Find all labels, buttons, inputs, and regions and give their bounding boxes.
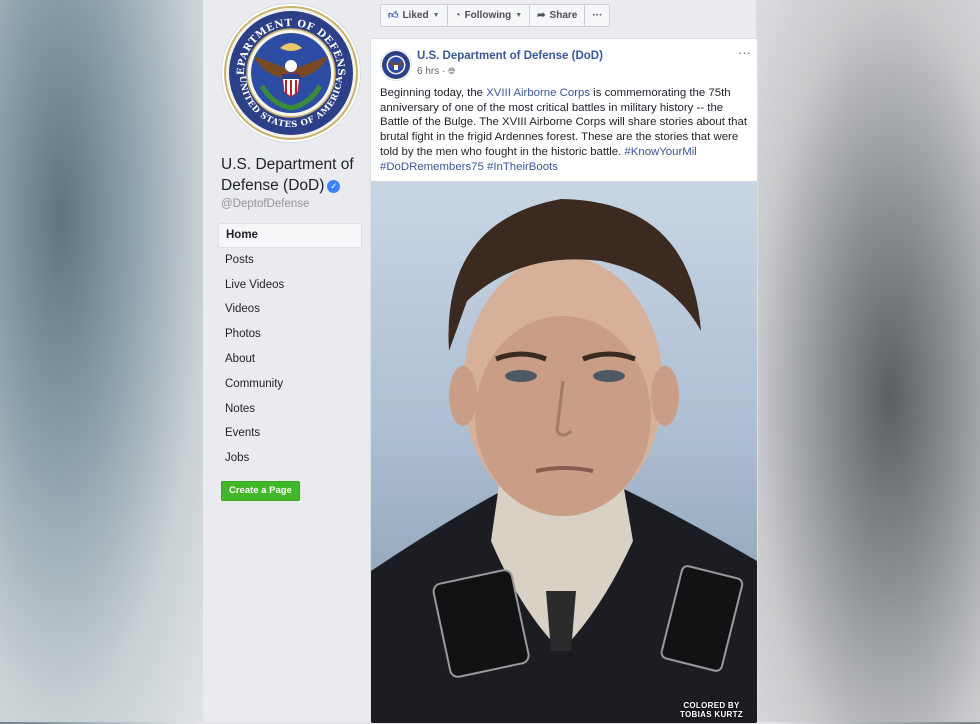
nav-item-jobs[interactable]: Jobs: [218, 446, 362, 471]
dod-seal-small-icon: [382, 51, 410, 79]
photo-credit-watermark: COLORED BY TOBIAS KURTZ: [680, 701, 743, 719]
nav-item-live-videos[interactable]: Live Videos: [218, 273, 362, 298]
left-column: DEPARTMENT OF DEFENSE UNITED STATES OF A…: [203, 0, 370, 722]
liked-button[interactable]: 👍︎ Liked ▼: [381, 5, 448, 26]
page-profile-picture[interactable]: DEPARTMENT OF DEFENSE UNITED STATES OF A…: [217, 0, 360, 142]
photo-credit-line-2: TOBIAS KURTZ: [679, 710, 743, 719]
right-column: 👍︎ Liked ▼ ◔ Following ▼ ➦ Share ··· U.S…: [370, 0, 758, 724]
post-body: Beginning today, the XVIII Airborne Corp…: [380, 86, 750, 174]
post-photo[interactable]: COLORED BY TOBIAS KURTZ: [371, 181, 757, 723]
share-arrow-icon: ➦: [537, 10, 546, 21]
rss-icon: ◔: [454, 10, 461, 21]
following-label: Following: [464, 10, 512, 21]
chevron-down-icon: ▼: [515, 12, 523, 19]
post-text-part: Beginning today, the: [380, 87, 487, 99]
post-timestamp[interactable]: 6 hrs · 🌐︎: [417, 66, 455, 77]
nav-item-notes[interactable]: Notes: [218, 397, 362, 422]
facebook-page: DEPARTMENT OF DEFENSE UNITED STATES OF A…: [203, 0, 758, 724]
photo-credit-line-1: COLORED BY: [683, 701, 740, 710]
post-author-name[interactable]: U.S. Department of Defense (DoD): [417, 50, 603, 62]
nav-item-community[interactable]: Community: [218, 372, 362, 397]
verified-badge-icon: ✓: [327, 180, 341, 193]
post-card: U.S. Department of Defense (DoD) 6 hrs ·…: [370, 38, 758, 724]
link-xviii-airborne-corps[interactable]: XVIII Airborne Corps: [486, 87, 590, 99]
post-time: 6 hrs ·: [417, 66, 446, 77]
share-button[interactable]: ➦ Share: [530, 5, 586, 26]
share-label: Share: [549, 10, 578, 21]
page-title[interactable]: U.S. Department of Defense (DoD) ✓: [221, 154, 371, 196]
portrait-illustration: [371, 199, 757, 723]
liked-label: Liked: [402, 10, 429, 21]
nav-item-posts[interactable]: Posts: [218, 248, 362, 273]
background-blur-right: [756, 0, 980, 722]
page-handle: @DeptofDefense: [221, 198, 310, 210]
nav-item-about[interactable]: About: [218, 347, 362, 372]
create-page-button[interactable]: Create a Page: [221, 481, 300, 501]
nav-item-events[interactable]: Events: [218, 421, 362, 446]
more-options-button[interactable]: ···: [585, 5, 609, 26]
thumbs-up-icon: 👍︎: [388, 10, 399, 21]
following-button[interactable]: ◔ Following ▼: [448, 5, 531, 26]
hashtag-dod-remembers-75[interactable]: #DoDRemembers75: [380, 161, 484, 173]
dod-seal-logo: DEPARTMENT OF DEFENSE UNITED STATES OF A…: [217, 0, 358, 140]
hashtag-know-your-mil[interactable]: #KnowYourMil: [624, 146, 696, 158]
post-options-icon[interactable]: ···: [738, 45, 751, 60]
background-blur-left: [0, 0, 205, 722]
page-nav: Home Posts Live Videos Videos Photos Abo…: [218, 223, 362, 471]
nav-item-videos[interactable]: Videos: [218, 297, 362, 322]
nav-item-photos[interactable]: Photos: [218, 322, 362, 347]
nav-item-home[interactable]: Home: [218, 223, 362, 248]
chevron-down-icon: ▼: [432, 12, 440, 19]
globe-icon: 🌐︎: [448, 66, 456, 76]
page-action-bar: 👍︎ Liked ▼ ◔ Following ▼ ➦ Share ···: [380, 4, 611, 27]
hashtag-in-their-boots[interactable]: #InTheirBoots: [487, 161, 558, 173]
post-author-avatar[interactable]: [380, 49, 412, 81]
